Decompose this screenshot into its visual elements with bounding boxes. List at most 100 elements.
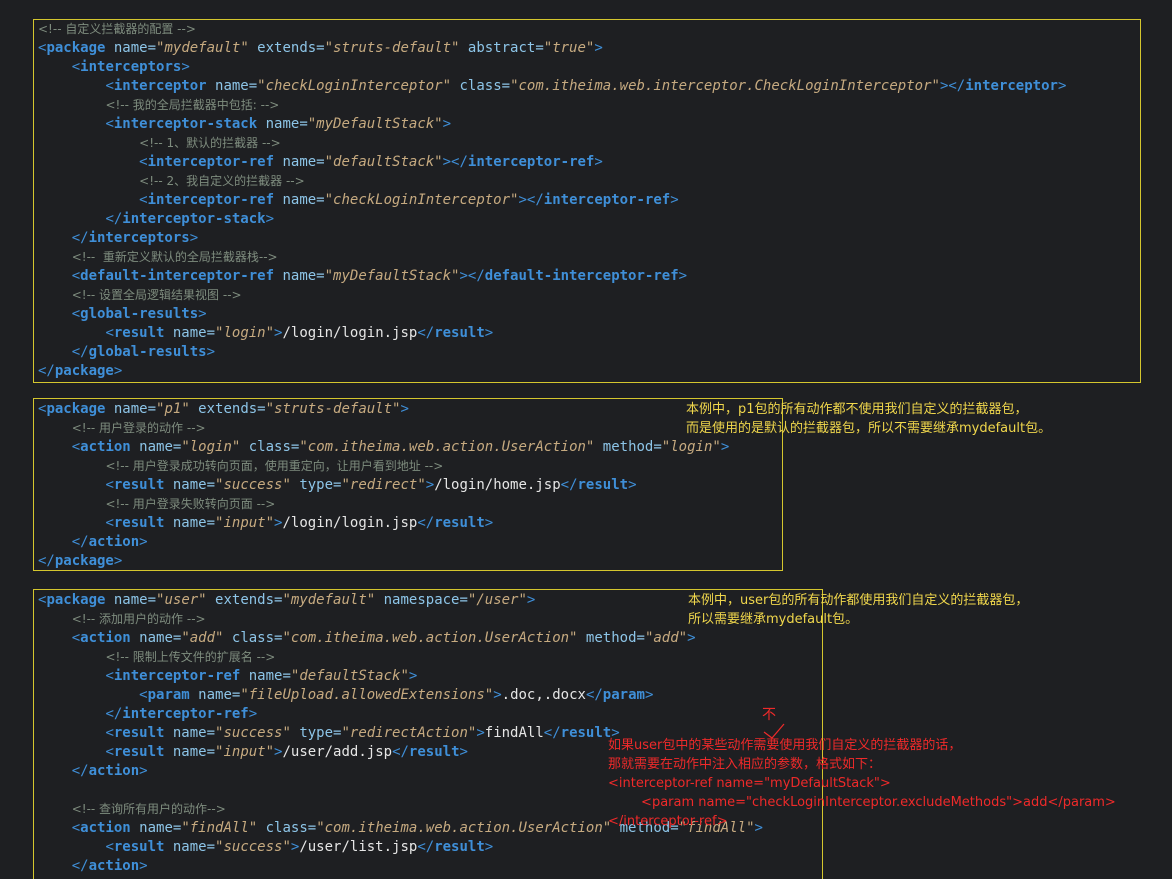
code-token: <!-- 限制上传文件的扩展名 --> [105,650,276,664]
code-token: findAll [484,725,544,741]
code-token: ></ [459,268,485,284]
code-token: <!-- 用户登录的动作 --> [71,421,206,435]
note-user-line2: 所以需要继承mydefault包。 [688,612,859,627]
code-token: "mydefault" [156,40,249,56]
code-token: action [88,534,140,550]
code-token: <!-- 1、默认的拦截器 --> [139,136,281,150]
code-token: name= [105,592,157,608]
code-token: param [602,687,645,703]
code-token: </ [585,687,603,703]
code-line: </action> [38,533,729,552]
code-token: "input" [215,515,275,531]
code-token: interceptor [965,78,1058,94]
code-token: result [113,477,165,493]
code-token: extends= [248,40,325,56]
code-token: <!-- 添加用户的动作 --> [71,612,206,626]
code-token: > [628,477,637,493]
code-token: < [105,744,114,760]
code-line: <interceptor name="checkLoginInterceptor… [38,77,1066,96]
note-red-line5: </interceptor-ref> [608,814,728,829]
code-token: <!-- 重新定义默认的全局拦截器栈--> [71,250,278,264]
code-token: "p1" [156,401,190,417]
code-token: <!-- 用户登录失败转向页面 --> [105,497,276,511]
code-token: extends= [206,592,283,608]
code-mydefault-package: <!-- 自定义拦截器的配置 --> <package name="mydefau… [38,20,1066,381]
code-token: </ [560,477,578,493]
code-token: "login" [215,325,275,341]
code-token: "/user" [467,592,527,608]
code-token: "findAll" [181,820,258,836]
code-token: name= [105,401,157,417]
code-token: < [139,192,148,208]
code-token: type= [290,725,342,741]
note-p1-line2: 而是使用的是默认的拦截器包，所以不需要继承mydefault包。 [686,421,1052,436]
code-line: <interceptor-ref name="checkLoginInterce… [38,191,1066,210]
code-line: <package name="p1" extends="struts-defau… [38,400,729,419]
code-token: name= [240,668,291,684]
code-token: > [459,744,468,760]
code-token: <!-- 设置全局逻辑结果视图 --> [71,288,242,302]
code-token: name= [274,192,325,208]
note-red-line1: 如果user包中的某些动作需要使用我们自定义的拦截器的话， [608,738,962,753]
code-token: </ [417,325,435,341]
code-token: name= [105,40,157,56]
code-line: <action name="add" class="com.itheima.we… [38,629,763,648]
code-token: interceptor-ref [122,706,249,722]
code-token: abstract= [459,40,544,56]
code-token: > [139,858,148,874]
code-line: </package> [38,362,1066,381]
code-token: > [113,363,123,379]
code-token: action [80,630,131,646]
code-line: <!-- 2、我自定义的拦截器 --> [38,172,1066,191]
note-user: 本例中，user包的所有动作都使用我们自定义的拦截器包， 所以需要继承mydef… [688,591,1028,629]
code-token: > [594,154,603,170]
code-token: interceptors [88,230,190,246]
code-token: < [105,725,114,741]
code-line: </interceptor-ref> [38,705,763,724]
code-line: </interceptor-stack> [38,210,1066,229]
code-token: </ [543,725,561,741]
code-line: <result name="success" type="redirect">/… [38,476,729,495]
code-token: result [560,725,612,741]
code-line: <!-- 用户登录的动作 --> [38,419,729,438]
code-token: > [198,306,207,322]
code-line: <default-interceptor-ref name="myDefault… [38,267,1066,286]
code-token: "add" [181,630,224,646]
code-token: name= [164,839,216,855]
code-token: "com.itheima.web.action.UserAction" [316,820,612,836]
code-token: name= [164,477,216,493]
code-line: <!-- 限制上传文件的扩展名 --> [38,648,763,667]
code-token: ></ [939,78,966,94]
code-token: result [113,725,165,741]
code-token: </ [105,706,123,722]
code-token: action [80,820,131,836]
code-token: class= [240,439,300,455]
code-token: "checkLoginInterceptor" [257,78,452,94]
code-token: name= [130,439,182,455]
code-token: "checkLoginInterceptor" [324,192,519,208]
code-user-package: <package name="user" extends="mydefault"… [38,591,763,876]
code-token: "success" [215,839,291,855]
code-token: "defaultStack" [324,154,443,170]
code-token: action [80,439,131,455]
code-p1-package: <package name="p1" extends="struts-defau… [38,400,729,571]
code-token: < [139,687,148,703]
code-token: > [139,763,148,779]
code-token: global-results [88,344,207,360]
